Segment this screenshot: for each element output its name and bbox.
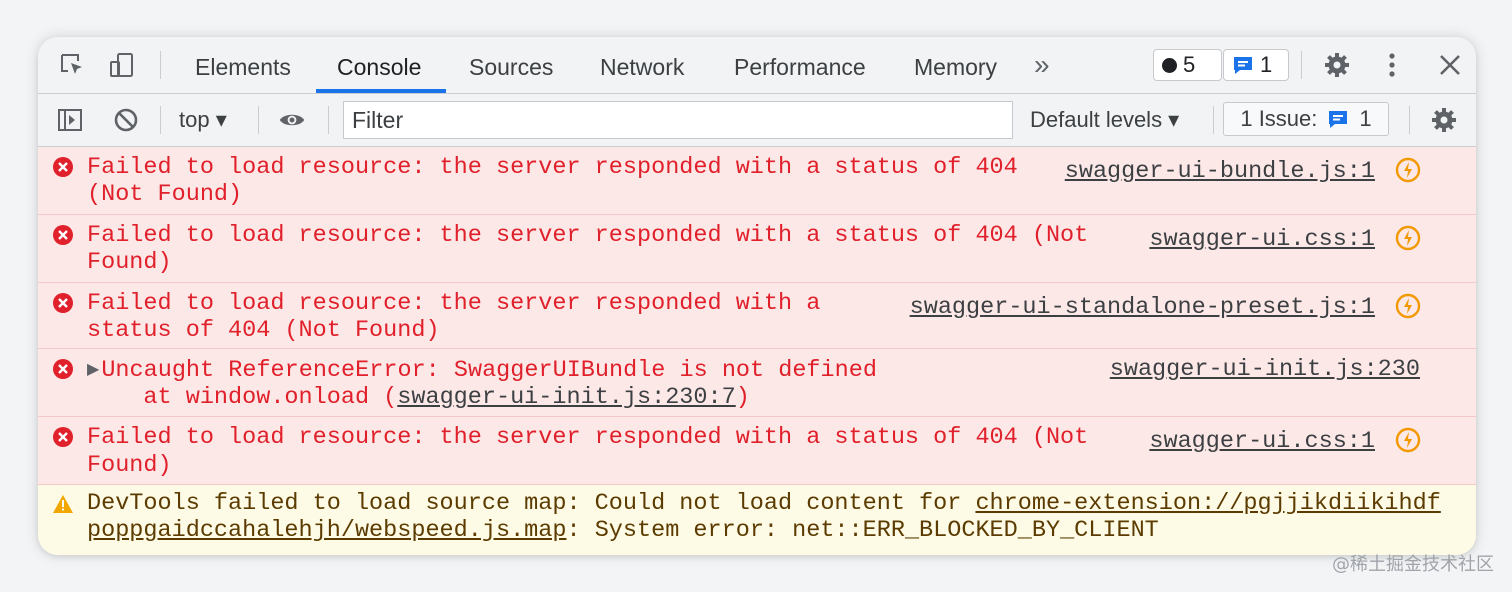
tab-sources[interactable]: Sources bbox=[469, 37, 553, 93]
stack-trace-link[interactable]: swagger-ui-init.js:230:7 bbox=[397, 384, 735, 411]
stack-trace-line: at window.onload (swagger-ui-init.js:230… bbox=[87, 384, 750, 411]
console-warning-message: DevTools failed to load source map: Coul… bbox=[38, 485, 1476, 555]
warning-text: DevTools failed to load source map: Coul… bbox=[87, 490, 976, 517]
message-text: DevTools failed to load source map: Coul… bbox=[87, 490, 1441, 517]
divider bbox=[1409, 106, 1410, 134]
issue-count: 1 bbox=[1260, 52, 1273, 77]
clear-console-icon[interactable] bbox=[112, 106, 140, 134]
source-link[interactable]: swagger-ui-standalone-preset.js:1 bbox=[910, 294, 1375, 321]
tab-memory[interactable]: Memory bbox=[914, 37, 997, 93]
message-text: status of 404 (Not Found) bbox=[87, 317, 440, 344]
tab-performance[interactable]: Performance bbox=[734, 37, 866, 93]
console-error-message: Failed to load resource: the server resp… bbox=[38, 147, 1476, 215]
console-error-message: Failed to load resource: the server resp… bbox=[38, 283, 1476, 349]
message-text: Failed to load resource: the server resp… bbox=[87, 290, 821, 317]
issues-label: 1 Issue: bbox=[1240, 106, 1318, 131]
source-link[interactable]: swagger-ui.css:1 bbox=[1149, 226, 1375, 253]
gear-icon[interactable] bbox=[1323, 51, 1351, 79]
warning-text: : System error: net::ERR_BLOCKED_BY_CLIE… bbox=[566, 517, 1159, 544]
error-circle-icon bbox=[53, 359, 73, 379]
open-source-icon[interactable] bbox=[1394, 224, 1422, 252]
message-text: Found) bbox=[87, 249, 172, 276]
devtools-tab-bar: Elements Console Sources Network Perform… bbox=[38, 37, 1476, 94]
error-circle-icon bbox=[53, 225, 73, 245]
issue-chat-icon bbox=[1232, 54, 1254, 76]
stack-trace-prefix: at window.onload ( bbox=[87, 384, 398, 411]
error-count: 5 bbox=[1183, 52, 1196, 77]
error-count-badge[interactable]: 5 bbox=[1153, 49, 1222, 81]
divider bbox=[328, 106, 329, 134]
tab-network[interactable]: Network bbox=[600, 37, 684, 93]
source-link[interactable]: swagger-ui-init.js:230 bbox=[1110, 356, 1420, 383]
divider bbox=[1213, 106, 1214, 134]
inspect-element-icon[interactable] bbox=[58, 51, 86, 79]
source-link[interactable]: swagger-ui-bundle.js:1 bbox=[1065, 158, 1375, 185]
console-error-message: Failed to load resource: the server resp… bbox=[38, 215, 1476, 283]
open-source-icon[interactable] bbox=[1394, 156, 1422, 184]
message-text: Failed to load resource: the server resp… bbox=[87, 222, 1089, 249]
console-error-message: Failed to load resource: the server resp… bbox=[38, 417, 1476, 485]
source-map-link[interactable]: chrome-extension://pgjjikdiikihdf bbox=[975, 490, 1440, 517]
context-selector[interactable]: top ▾ bbox=[179, 105, 227, 135]
console-toolbar: top ▾ Default levels ▾ 1 Issue: 1 bbox=[38, 94, 1476, 147]
message-text: Found) bbox=[87, 452, 172, 479]
message-text: Failed to load resource: the server resp… bbox=[87, 424, 1089, 451]
issues-button[interactable]: 1 Issue: 1 bbox=[1223, 102, 1389, 136]
watermark: @稀土掘金技术社区 bbox=[1332, 554, 1494, 575]
message-text-line: Uncaught ReferenceError: SwaggerUIBundle… bbox=[101, 357, 877, 384]
open-source-icon[interactable] bbox=[1394, 426, 1422, 454]
tab-elements[interactable]: Elements bbox=[195, 37, 291, 93]
close-icon[interactable] bbox=[1436, 51, 1464, 79]
log-levels-dropdown[interactable]: Default levels ▾ bbox=[1030, 105, 1179, 135]
divider bbox=[258, 106, 259, 134]
more-tabs-button[interactable]: » bbox=[1034, 48, 1050, 82]
kebab-menu-icon[interactable] bbox=[1378, 51, 1406, 79]
open-source-icon[interactable] bbox=[1394, 292, 1422, 320]
error-circle-icon bbox=[53, 293, 73, 313]
active-tab-indicator bbox=[316, 89, 446, 93]
gear-icon[interactable] bbox=[1430, 106, 1458, 134]
stack-trace-suffix: ) bbox=[735, 384, 750, 411]
source-link[interactable]: swagger-ui.css:1 bbox=[1149, 428, 1375, 455]
device-toolbar-icon[interactable] bbox=[108, 51, 136, 79]
warning-triangle-icon bbox=[53, 495, 73, 513]
error-circle-icon bbox=[53, 427, 73, 447]
tab-console[interactable]: Console bbox=[337, 37, 421, 93]
sidebar-toggle-icon[interactable] bbox=[56, 106, 84, 134]
issues-count: 1 bbox=[1359, 106, 1372, 131]
message-text: poppgaidccahalehjh/webspeed.js.map: Syst… bbox=[87, 517, 1159, 544]
divider bbox=[160, 106, 161, 134]
message-text: (Not Found) bbox=[87, 181, 243, 208]
error-circle-icon bbox=[53, 157, 73, 177]
devtools-window: Elements Console Sources Network Perform… bbox=[38, 37, 1476, 555]
issues-count-badge[interactable]: 1 bbox=[1223, 49, 1289, 81]
source-map-link[interactable]: poppgaidccahalehjh/webspeed.js.map bbox=[87, 517, 566, 544]
filter-input[interactable] bbox=[343, 101, 1013, 139]
divider bbox=[160, 51, 161, 79]
message-text: Failed to load resource: the server resp… bbox=[87, 154, 1018, 181]
expand-triangle-icon[interactable]: ▶ bbox=[87, 355, 99, 382]
message-text: ▶Uncaught ReferenceError: SwaggerUIBundl… bbox=[87, 355, 877, 384]
divider bbox=[1301, 51, 1302, 79]
live-expression-eye-icon[interactable] bbox=[278, 106, 306, 134]
issue-chat-icon bbox=[1327, 108, 1349, 130]
console-error-message: ▶Uncaught ReferenceError: SwaggerUIBundl… bbox=[38, 349, 1476, 417]
error-dot-icon bbox=[1162, 57, 1177, 73]
